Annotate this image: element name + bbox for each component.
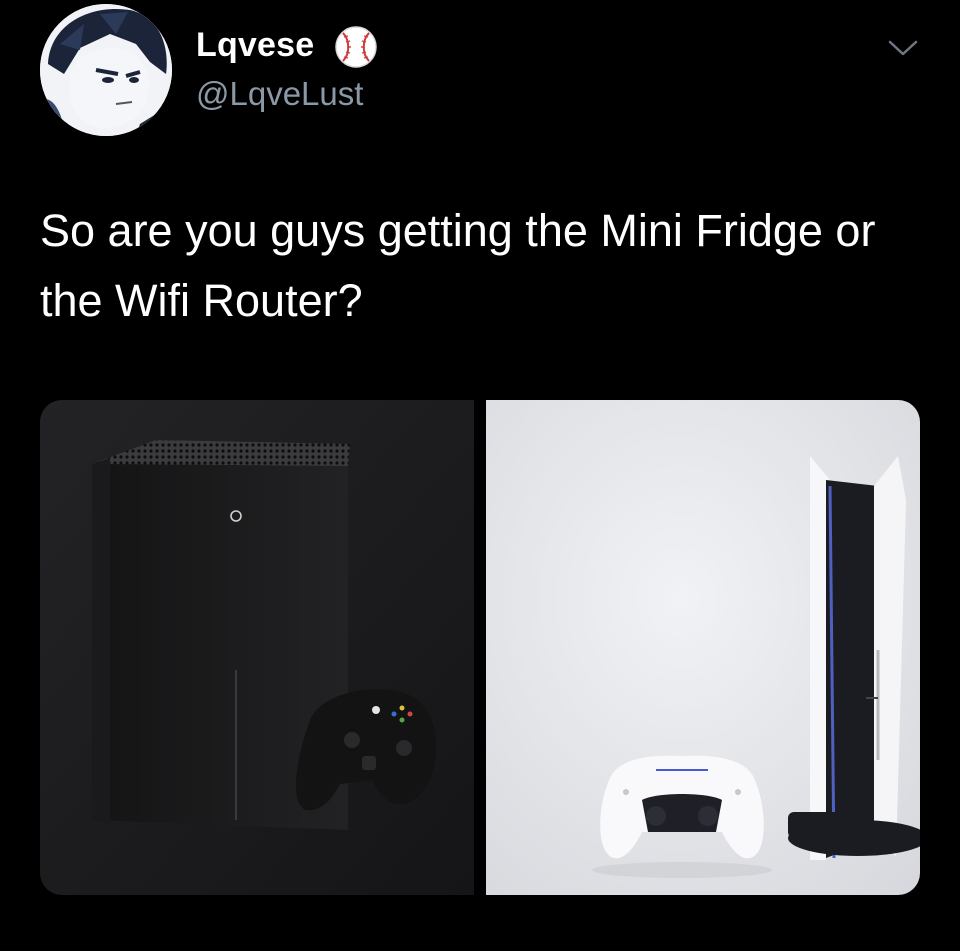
user-handle[interactable]: @LqveLust: [196, 75, 363, 113]
media-image-left[interactable]: [40, 400, 474, 895]
avatar[interactable]: [40, 4, 172, 136]
media-divider: [474, 400, 486, 895]
anime-avatar-icon: [40, 4, 172, 136]
media-image-right[interactable]: [486, 400, 920, 895]
baseball-icon: [333, 24, 379, 70]
tweet-media[interactable]: [40, 400, 920, 895]
display-name[interactable]: Lqvese: [196, 26, 314, 65]
tweet-text: So are you guys getting the Mini Fridge …: [40, 205, 876, 326]
xbox-series-x-console-icon: [40, 400, 474, 895]
playstation-5-console-icon: [486, 400, 920, 895]
chevron-down-icon[interactable]: [886, 36, 920, 60]
